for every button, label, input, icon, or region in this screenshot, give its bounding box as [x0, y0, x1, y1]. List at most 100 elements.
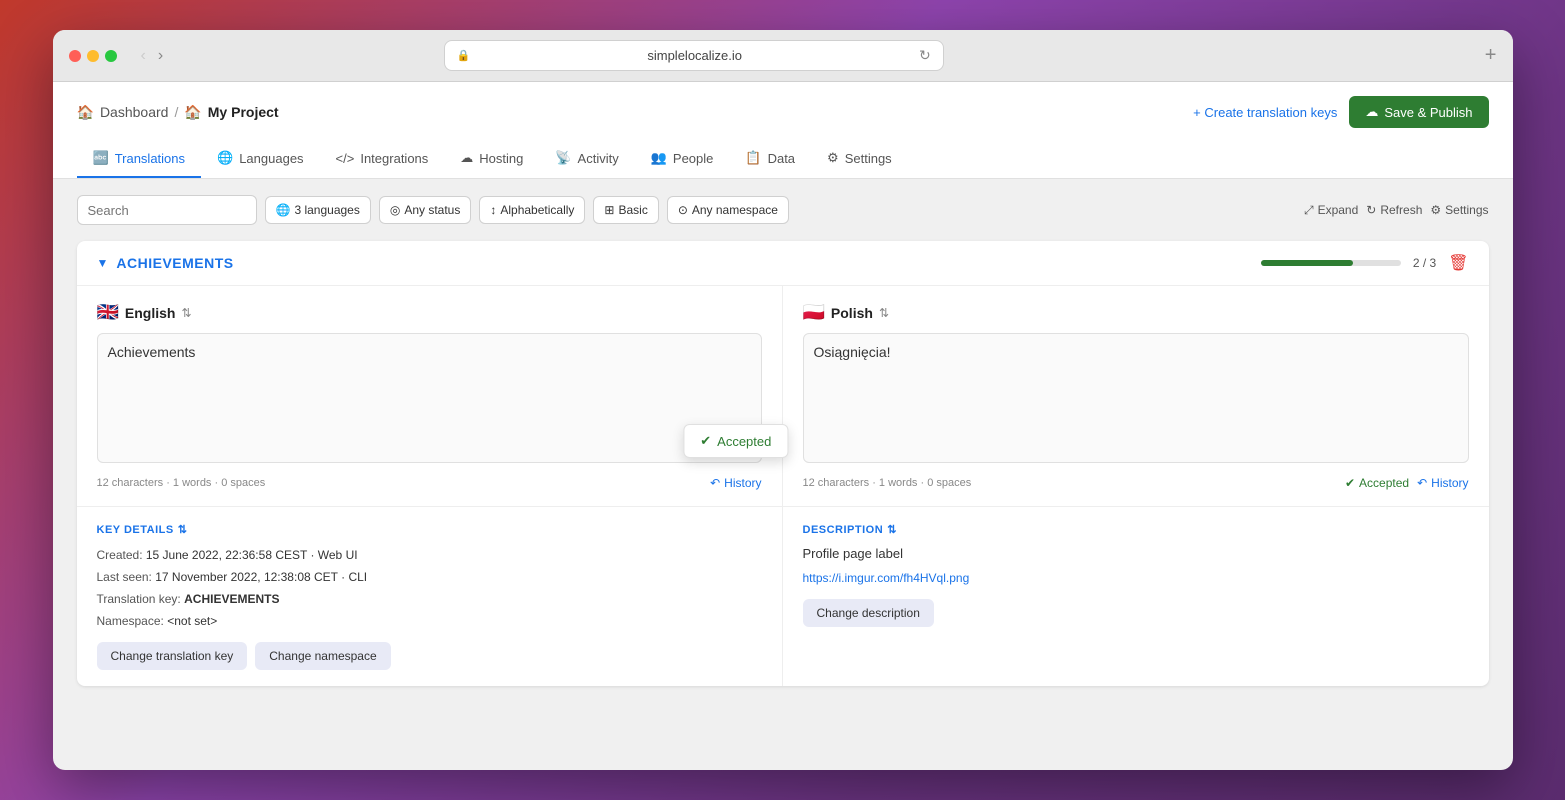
- change-translation-key-button[interactable]: Change translation key: [97, 642, 248, 670]
- description-col: DESCRIPTION ⇅ Profile page label https:/…: [783, 507, 1489, 686]
- created-row: Created: 15 June 2022, 22:36:58 CEST · W…: [97, 546, 762, 564]
- back-button[interactable]: ‹: [137, 43, 150, 69]
- namespace-filter-button[interactable]: ⊙ Any namespace: [667, 196, 789, 224]
- change-namespace-button[interactable]: Change namespace: [255, 642, 390, 670]
- view-icon: ⊞: [604, 203, 614, 217]
- sort-filter-label: Alphabetically: [500, 203, 574, 217]
- last-seen-value: 17 November 2022, 12:38:08 CET · CLI: [155, 570, 367, 584]
- toolbar: 🔍 🌐 3 languages ◎ Any status ↕ Alphabeti…: [77, 195, 1489, 225]
- traffic-lights: [69, 50, 117, 62]
- tab-integrations-label: Integrations: [360, 151, 428, 166]
- polish-accepted-badge: ✔ Accepted: [1345, 476, 1409, 490]
- english-flag: 🇬🇧: [97, 302, 119, 323]
- tab-settings[interactable]: ⚙ Settings: [811, 140, 908, 178]
- expand-icon: ⤢: [1304, 203, 1314, 218]
- expand-label: Expand: [1318, 203, 1359, 217]
- view-filter-label: Basic: [618, 203, 647, 217]
- delete-section-button[interactable]: 🗑: [1448, 253, 1468, 273]
- tab-people[interactable]: 👥 People: [635, 140, 730, 178]
- translation-cols: 🇬🇧 English ⇅ Achievements 12 characters …: [77, 286, 1489, 506]
- achievements-section: ▼ ACHIEVEMENTS 2 / 3 🗑 🇬🇧 Engl: [77, 241, 1489, 686]
- title-bar: ‹ › 🔒 simplelocalize.io ↻ +: [53, 30, 1513, 82]
- tab-translations-label: Translations: [115, 151, 185, 166]
- tab-languages[interactable]: 🌐 Languages: [201, 140, 320, 178]
- created-label: Created:: [97, 548, 143, 562]
- status-filter-button[interactable]: ◎ Any status: [379, 196, 472, 224]
- key-action-btns: Change translation key Change namespace: [97, 642, 762, 670]
- progress-text: 2 / 3: [1413, 256, 1436, 270]
- description-link[interactable]: https://i.imgur.com/fh4HVql.png: [803, 571, 970, 585]
- collapse-chevron-icon[interactable]: ▼: [97, 256, 109, 270]
- namespace-value: <not set>: [167, 614, 217, 628]
- refresh-button[interactable]: ↻ Refresh: [1366, 203, 1422, 217]
- people-icon: 👥: [651, 150, 667, 166]
- tab-integrations[interactable]: </> Integrations: [320, 140, 445, 178]
- settings-button[interactable]: ⚙ Settings: [1430, 203, 1488, 217]
- description-title[interactable]: DESCRIPTION ⇅: [803, 523, 1469, 536]
- status-filter-label: Any status: [404, 203, 460, 217]
- tab-hosting[interactable]: ☁ Hosting: [444, 140, 539, 178]
- polish-translation-textarea[interactable]: Osiągnięcia!: [803, 333, 1469, 463]
- app-header: 🏠 Dashboard / 🏠 My Project + Create tran…: [53, 82, 1513, 179]
- polish-sort-icon[interactable]: ⇅: [879, 306, 889, 320]
- polish-history-icon: ↶: [1417, 476, 1427, 490]
- key-details-title[interactable]: KEY DETAILS ⇅: [97, 523, 762, 536]
- english-lang-header: 🇬🇧 English ⇅: [97, 302, 762, 323]
- new-tab-button[interactable]: +: [1485, 44, 1497, 67]
- polish-status-actions: ✔ Accepted ↶ History: [1345, 476, 1469, 490]
- tab-translations[interactable]: 🔤 Translations: [77, 140, 202, 178]
- cloud-nav-icon: ☁: [460, 150, 473, 166]
- polish-char-info: 12 characters · 1 words · 0 spaces: [803, 477, 972, 489]
- english-translation-footer: 12 characters · 1 words · 0 spaces ✔ Acc…: [97, 476, 762, 490]
- translation-key-label: Translation key:: [97, 592, 181, 606]
- key-details-col: KEY DETAILS ⇅ Created: 15 June 2022, 22:…: [77, 507, 783, 686]
- create-translation-key-button[interactable]: + Create translation keys: [1193, 105, 1337, 120]
- polish-history-label: History: [1431, 476, 1468, 490]
- breadcrumb-dashboard[interactable]: Dashboard: [100, 104, 169, 120]
- ab-icon: 🔤: [93, 150, 109, 166]
- main-content: 🔍 🌐 3 languages ◎ Any status ↕ Alphabeti…: [53, 179, 1513, 702]
- url-bar[interactable]: 🔒 simplelocalize.io ↻: [444, 40, 944, 71]
- tab-activity[interactable]: 📡 Activity: [539, 140, 634, 178]
- description-label: DESCRIPTION: [803, 524, 884, 536]
- maximize-button[interactable]: [105, 50, 117, 62]
- save-publish-button[interactable]: ☁ Save & Publish: [1349, 96, 1488, 128]
- created-value: 15 June 2022, 22:36:58 CEST · Web UI: [146, 548, 358, 562]
- polish-translation-footer: 12 characters · 1 words · 0 spaces ✔ Acc…: [803, 476, 1469, 490]
- breadcrumb-project[interactable]: My Project: [208, 104, 279, 120]
- refresh-icon: ↻: [1366, 203, 1376, 217]
- namespace-filter-label: Any namespace: [692, 203, 778, 217]
- progress-bar-container: [1261, 260, 1401, 266]
- sort-filter-button[interactable]: ↕ Alphabetically: [479, 196, 585, 224]
- english-sort-icon[interactable]: ⇅: [181, 306, 191, 320]
- english-history-button[interactable]: ↶ History: [710, 476, 761, 490]
- check-popup-icon: ✔: [700, 433, 711, 449]
- minimize-button[interactable]: [87, 50, 99, 62]
- reload-button[interactable]: ↻: [919, 47, 931, 64]
- change-description-button[interactable]: Change description: [803, 599, 934, 627]
- polish-column: 🇵🇱 Polish ⇅ Osiągnięcia! 12 characters ·…: [783, 286, 1489, 506]
- tab-data[interactable]: 📋 Data: [729, 140, 811, 178]
- view-filter-button[interactable]: ⊞ Basic: [593, 196, 658, 224]
- tab-settings-label: Settings: [845, 151, 892, 166]
- translation-key-value: ACHIEVEMENTS: [184, 592, 279, 606]
- forward-button[interactable]: ›: [154, 43, 167, 69]
- breadcrumb-row: 🏠 Dashboard / 🏠 My Project + Create tran…: [77, 96, 1489, 128]
- code-icon: </>: [336, 151, 355, 166]
- search-box[interactable]: 🔍: [77, 195, 257, 225]
- section-header: ▼ ACHIEVEMENTS 2 / 3 🗑: [77, 241, 1489, 286]
- english-column: 🇬🇧 English ⇅ Achievements 12 characters …: [77, 286, 783, 506]
- accepted-popup-label: Accepted: [717, 434, 771, 449]
- search-input[interactable]: [88, 203, 264, 218]
- close-button[interactable]: [69, 50, 81, 62]
- gear-icon: ⚙: [827, 150, 839, 166]
- english-history-label: History: [724, 476, 761, 490]
- sort-icon: ↕: [490, 203, 496, 217]
- languages-filter-button[interactable]: 🌐 3 languages: [265, 196, 371, 224]
- namespace-label: Namespace:: [97, 614, 164, 628]
- section-title-row: ▼ ACHIEVEMENTS: [97, 255, 234, 271]
- history-icon: ↶: [710, 476, 720, 490]
- expand-button[interactable]: ⤢ Expand: [1304, 203, 1358, 218]
- polish-history-button[interactable]: ↶ History: [1417, 476, 1468, 490]
- english-translation-textarea[interactable]: Achievements: [97, 333, 762, 463]
